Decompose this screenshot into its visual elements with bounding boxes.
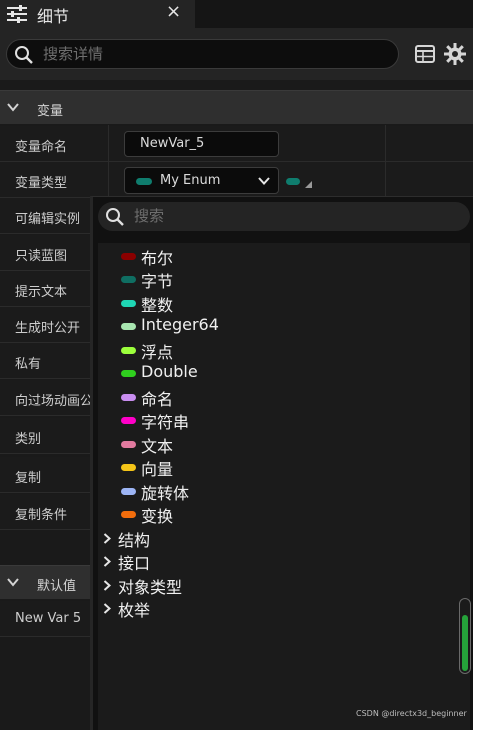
section-variable-label: 变量 xyxy=(37,104,64,119)
type-item-label: 变换 xyxy=(141,507,174,526)
variable-name-field[interactable]: NewVar_5 xyxy=(124,131,279,157)
type-color-pill xyxy=(121,276,136,283)
details-sliders-icon xyxy=(7,5,27,23)
category-label: 接口 xyxy=(118,554,151,573)
type-item-label: Integer64 xyxy=(141,315,219,334)
type-item-bool[interactable]: 布尔 xyxy=(98,245,460,268)
type-item-string[interactable]: 字符串 xyxy=(98,409,460,432)
type-item-integer64[interactable]: Integer64 xyxy=(98,315,460,338)
column-divider[interactable] xyxy=(385,125,386,200)
type-color-pill xyxy=(136,178,152,185)
type-search-box[interactable] xyxy=(98,202,470,231)
row-label: 变量命名 xyxy=(15,140,68,155)
chevron-down-icon xyxy=(7,103,19,112)
variable-type-value: My Enum xyxy=(160,173,221,188)
type-item-label: 字符串 xyxy=(141,413,190,432)
type-list: 布尔 字节 整数 Integer64 浮点 Double 命名 字符串 文本 向… xyxy=(98,243,470,730)
category-label: 枚举 xyxy=(118,601,151,620)
type-color-pill xyxy=(121,441,136,448)
details-panel: 细节 × 搜索详情 变量 变量命名 变量类型 可编辑实例 只读蓝图 提示文本 生… xyxy=(0,0,473,730)
type-item-label: 整数 xyxy=(141,296,174,315)
type-color-pill xyxy=(121,253,136,260)
scrollbar-thumb[interactable] xyxy=(462,615,468,671)
type-item-label: 布尔 xyxy=(141,249,174,268)
type-item-name[interactable]: 命名 xyxy=(98,386,460,409)
type-item-label: 字节 xyxy=(141,272,174,291)
type-search-input[interactable] xyxy=(134,204,454,228)
type-color-pill xyxy=(121,323,136,330)
category-object-types[interactable]: 对象类型 xyxy=(98,574,460,597)
type-item-label: 命名 xyxy=(141,390,174,409)
details-search-bar xyxy=(0,28,473,80)
tab-details[interactable]: 细节 × xyxy=(0,0,195,28)
variable-type-select[interactable]: My Enum xyxy=(124,167,279,194)
variable-name-value: NewVar_5 xyxy=(140,136,205,151)
container-dropdown-icon[interactable] xyxy=(305,181,312,188)
chevron-down-icon xyxy=(7,578,19,587)
chevron-right-icon xyxy=(103,603,111,614)
container-type-pill[interactable] xyxy=(286,178,300,185)
category-structure[interactable]: 结构 xyxy=(98,527,460,550)
type-item-float[interactable]: 浮点 xyxy=(98,339,460,362)
table-view-icon[interactable] xyxy=(415,45,435,63)
details-search-input[interactable] xyxy=(43,42,383,66)
search-icon xyxy=(106,208,124,226)
category-label: 对象类型 xyxy=(118,578,183,597)
chevron-right-icon xyxy=(103,580,111,591)
type-color-pill xyxy=(121,417,136,424)
type-item-text[interactable]: 文本 xyxy=(98,433,460,456)
type-color-pill xyxy=(121,511,136,518)
type-item-label: 向量 xyxy=(141,460,174,479)
chevron-right-icon xyxy=(103,533,111,544)
section-default-label: 默认值 xyxy=(37,579,77,594)
type-color-pill xyxy=(121,300,136,307)
search-icon xyxy=(15,46,33,64)
chevron-down-icon xyxy=(258,177,270,185)
type-item-vector[interactable]: 向量 xyxy=(98,456,460,479)
tab-title: 细节 xyxy=(37,7,70,26)
type-item-label: 浮点 xyxy=(141,343,174,362)
type-item-transform[interactable]: 变换 xyxy=(98,503,460,526)
type-color-pill xyxy=(121,347,136,354)
type-item-label: Double xyxy=(141,362,198,381)
type-item-integer[interactable]: 整数 xyxy=(98,292,460,315)
details-search-box[interactable] xyxy=(6,39,399,69)
type-item-byte[interactable]: 字节 xyxy=(98,268,460,291)
type-picker-popup: 布尔 字节 整数 Integer64 浮点 Double 命名 字符串 文本 向… xyxy=(90,196,473,730)
type-color-pill xyxy=(121,464,136,471)
type-item-rotator[interactable]: 旋转体 xyxy=(98,480,460,503)
type-list-scrollbar[interactable] xyxy=(459,598,471,674)
category-enum[interactable]: 枚举 xyxy=(98,597,460,620)
chevron-right-icon xyxy=(103,556,111,567)
category-label: 结构 xyxy=(118,531,151,550)
type-item-label: 文本 xyxy=(141,437,174,456)
type-color-pill xyxy=(121,370,136,377)
gear-icon[interactable] xyxy=(444,43,466,65)
watermark: CSDN @directx3d_beginner xyxy=(356,709,467,718)
section-variable-header[interactable]: 变量 xyxy=(0,90,473,124)
type-item-label: 旋转体 xyxy=(141,484,190,503)
row-label: 变量类型 xyxy=(15,176,68,191)
type-item-double[interactable]: Double xyxy=(98,362,460,385)
tab-bar: 细节 × xyxy=(0,0,473,28)
close-icon[interactable]: × xyxy=(166,1,181,22)
type-color-pill xyxy=(121,488,136,495)
type-color-pill xyxy=(121,394,136,401)
category-interface[interactable]: 接口 xyxy=(98,550,460,573)
